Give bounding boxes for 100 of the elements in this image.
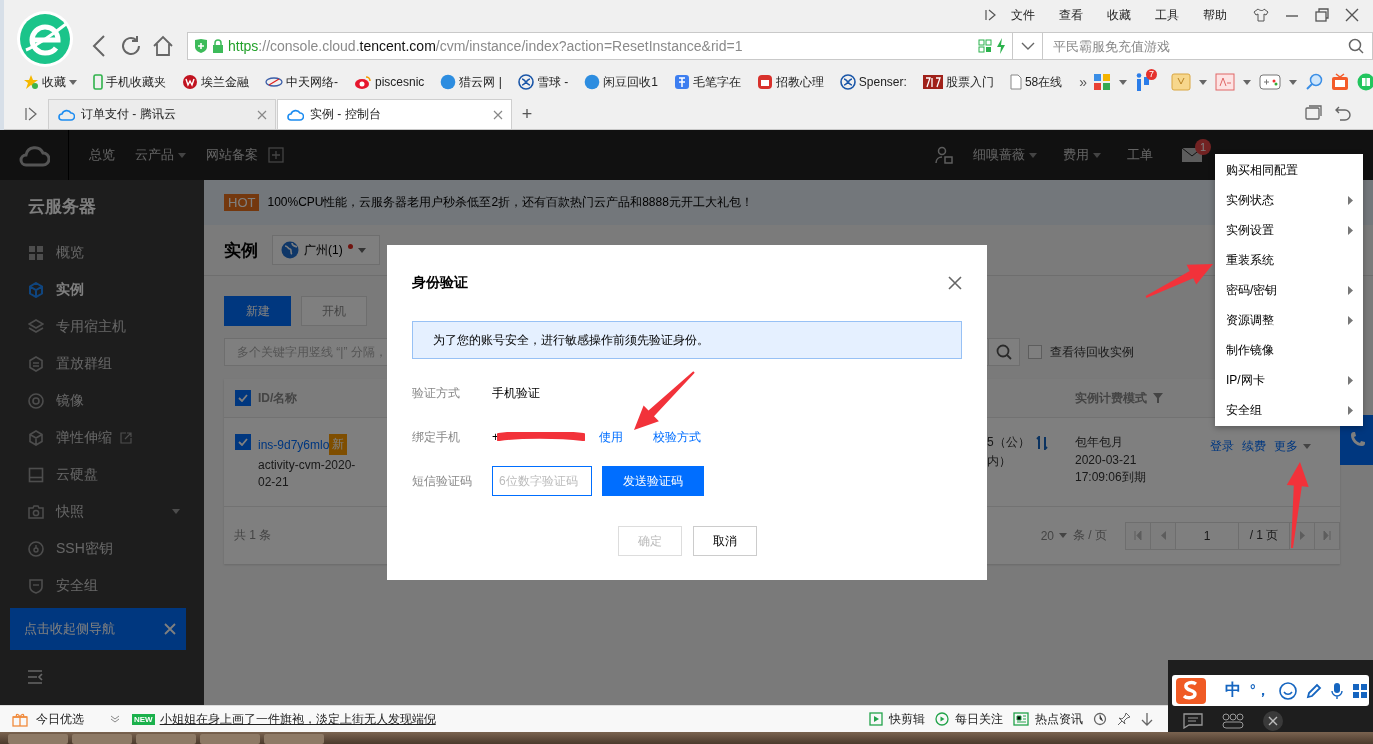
input-mode-toggle[interactable]: 中 — [1225, 680, 1241, 701]
search-field[interactable]: 平民霸服免充值游戏 — [1051, 37, 1348, 55]
filter-icon[interactable] — [1153, 393, 1163, 403]
sidebar-item[interactable]: 实例 — [24, 271, 180, 308]
status-item[interactable]: 快剪辑 — [869, 710, 925, 728]
bookmark[interactable]: 闲豆回收1 — [579, 73, 663, 91]
link[interactable]: 校验方式 — [653, 428, 701, 446]
lightning-icon[interactable] — [996, 38, 1006, 54]
restore-icon[interactable] — [1315, 8, 1329, 22]
skin-icon[interactable] — [1253, 8, 1269, 22]
promo-text[interactable]: 100%CPU性能，云服务器老用户秒杀低至2折，还有百款热门云产品和8888元开工大礼包！ — [267, 194, 753, 211]
phone-icon — [93, 74, 103, 90]
switch-icon[interactable] — [1035, 435, 1048, 450]
menu-item[interactable]: 资源调整 — [1215, 305, 1363, 335]
undo-icon[interactable] — [1335, 104, 1351, 121]
bookmark[interactable]: Spenser: — [834, 74, 912, 90]
dropdown-button[interactable] — [1013, 32, 1043, 60]
magnifier-icon[interactable] — [1305, 73, 1324, 91]
add-box-icon[interactable] — [268, 147, 284, 163]
sidebar-toggle-icon[interactable] — [985, 9, 997, 21]
region-selector[interactable]: 广州(1) — [272, 235, 380, 265]
more-bookmarks-button[interactable]: » — [1073, 74, 1094, 90]
cloud-icon — [286, 108, 304, 121]
camera-icon — [28, 504, 44, 519]
screen-icon[interactable] — [1305, 104, 1323, 121]
mail-icon[interactable] — [1181, 147, 1203, 163]
site-icon — [517, 74, 534, 90]
bookmark[interactable]: 股票入门 — [917, 73, 999, 91]
gamepad-icon[interactable] — [1259, 73, 1282, 91]
menu-item[interactable]: 密码/密钥 — [1215, 275, 1363, 305]
tv-icon[interactable] — [1331, 73, 1350, 91]
address-bar[interactable]: https://console.cloud.tencent.com/cvm/instance/index?action=ResetInstance&rid=1 — [187, 32, 1013, 60]
bookmark[interactable]: 雪球 - — [512, 73, 574, 91]
menu-item[interactable]: 帮助 — [1193, 6, 1237, 24]
qr-icon[interactable] — [978, 39, 992, 53]
daily-picks-label[interactable]: 今日优选 — [36, 710, 84, 728]
sidebar-toggle-icon[interactable] — [25, 107, 37, 121]
menu-item[interactable]: 查看 — [1049, 6, 1093, 24]
search-icon[interactable] — [1348, 38, 1364, 54]
bookmark[interactable]: 收藏 — [18, 73, 82, 91]
close-icon[interactable] — [1262, 710, 1284, 732]
submenu-arrow-icon — [1348, 375, 1353, 385]
chevron-down-icon[interactable] — [110, 715, 120, 723]
download-icon[interactable] — [1141, 712, 1153, 726]
menu-item[interactable]: 文件 — [1001, 6, 1045, 24]
checkbox[interactable] — [235, 434, 251, 450]
menu-item[interactable]: 制作镜像 — [1215, 335, 1363, 365]
book-icon[interactable] — [1357, 73, 1373, 91]
status-item[interactable]: 每日关注 — [935, 710, 1003, 728]
bookmark[interactable]: 中天网络- — [260, 73, 343, 91]
bookmark[interactable]: 埃兰金融 — [177, 73, 254, 91]
punctuation-toggle[interactable]: °， — [1250, 681, 1270, 700]
status-item[interactable]: 热点资讯 — [1013, 710, 1083, 728]
menu-item[interactable]: 实例设置 — [1215, 215, 1363, 245]
emoji-icon[interactable] — [1278, 681, 1297, 700]
bookmark[interactable]: 招教心理 — [751, 73, 829, 91]
bookmark[interactable]: 猎云网 | — [435, 73, 507, 91]
collapse-menu-icon[interactable] — [27, 670, 43, 684]
dialog-button[interactable]: 取消 — [692, 526, 757, 556]
app-grid-icon[interactable] — [1093, 73, 1112, 91]
browser-tab[interactable]: 实例 - 控制台 — [277, 99, 512, 129]
apps-icon[interactable] — [1222, 713, 1244, 729]
menu-item[interactable]: 实例状态 — [1215, 185, 1363, 215]
menu-item[interactable]: IP/网卡 — [1215, 365, 1363, 395]
send-code-button[interactable]: 发送验证码 — [602, 466, 704, 496]
check-icon — [238, 394, 248, 402]
menu-item[interactable]: 收藏 — [1097, 6, 1141, 24]
close-icon[interactable] — [1345, 8, 1359, 22]
site-icon — [756, 74, 773, 90]
caret-icon — [1029, 152, 1037, 158]
submenu-arrow-icon — [1348, 315, 1353, 325]
bookmark[interactable]: 毛笔字在 — [668, 73, 746, 91]
search-icon[interactable] — [996, 344, 1012, 360]
gift-box-icon[interactable] — [1171, 73, 1192, 91]
menu-item[interactable]: 工具 — [1145, 6, 1189, 24]
refresh-icon[interactable] — [1093, 712, 1107, 726]
ime-logo-icon[interactable] — [1176, 677, 1206, 704]
search-box[interactable]: 平民霸服免充值游戏 — [1043, 32, 1373, 60]
checkbox[interactable] — [1028, 345, 1042, 359]
grid-icon[interactable] — [1351, 682, 1368, 699]
new-tab-button[interactable]: + — [513, 99, 541, 129]
microphone-icon[interactable] — [1330, 681, 1343, 700]
news-headline-link[interactable]: 小姐姐在身上画了一件旗袍，淡定上街无人发现端倪 — [159, 710, 436, 728]
caret-icon — [1059, 533, 1067, 538]
bookmark[interactable]: piscesnic — [349, 74, 430, 90]
bookmark[interactable]: 58在线 — [1004, 73, 1068, 91]
checkbox[interactable] — [235, 390, 251, 406]
browser-tab[interactable]: 订单支付 - 腾讯云 — [48, 99, 276, 129]
pen-icon[interactable] — [1305, 682, 1322, 699]
menu-item[interactable]: 购买相同配置 — [1215, 155, 1363, 185]
code-field[interactable]: 6位数字验证码 — [492, 466, 592, 496]
close-button[interactable] — [948, 276, 962, 290]
pin-icon[interactable] — [1117, 712, 1131, 726]
link[interactable]: 使用 — [599, 428, 623, 446]
bookmark[interactable]: 手机收藏夹 — [88, 73, 171, 91]
caret-icon — [1289, 79, 1298, 85]
app-icon[interactable] — [1135, 73, 1152, 91]
chat-icon[interactable] — [1182, 713, 1204, 729]
menu-item[interactable]: 重装系统 — [1215, 245, 1363, 275]
menu-item[interactable]: 安全组 — [1215, 395, 1363, 425]
